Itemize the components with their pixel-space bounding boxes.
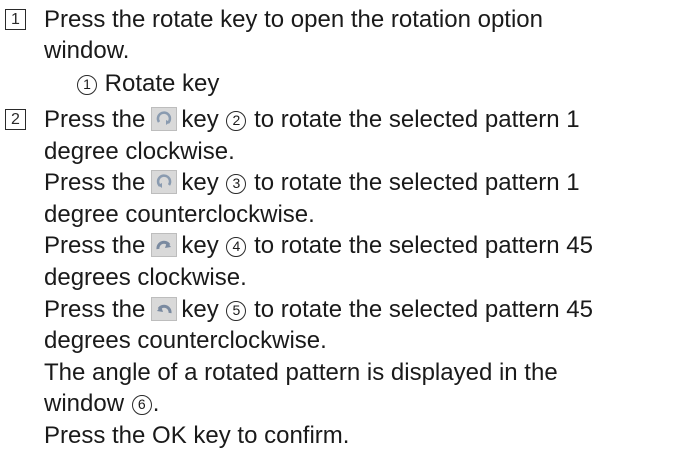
text: key xyxy=(181,106,219,133)
step-1-line-1: Press the rotate key to open the rotatio… xyxy=(44,6,543,33)
step-2-row: Press the key 3 to rotate the selected pa… xyxy=(44,167,580,198)
text: Press the xyxy=(44,169,146,196)
callout-label: Rotate key xyxy=(104,70,220,97)
instruction-page: 1 Press the rotate key to open the rotat… xyxy=(0,0,687,459)
text: to rotate the selected pattern 45 xyxy=(254,232,593,259)
step-2-row: degree clockwise. xyxy=(44,138,235,165)
step-2-row: Press the OK key to confirm. xyxy=(44,422,350,449)
text: key xyxy=(181,169,219,196)
step-1-line-2: window. xyxy=(44,37,130,64)
step-2-row: Press the key 5 to rotate the selected pa… xyxy=(44,294,593,325)
callout-number: 1 xyxy=(77,75,97,95)
callout-number: 3 xyxy=(226,174,247,194)
text: to rotate the selected pattern 1 xyxy=(254,106,580,133)
callout-number: 2 xyxy=(226,111,247,131)
step-2-row: degrees counterclockwise. xyxy=(44,327,327,354)
text: Press the xyxy=(44,106,146,133)
step-2-row: window 6. xyxy=(44,388,159,419)
step-2-row: Press the key 4 to rotate the selected pa… xyxy=(44,230,593,261)
text: key xyxy=(181,296,219,323)
text: Press the xyxy=(44,296,146,323)
rotate-cw-45-icon xyxy=(151,233,178,257)
rotate-ccw-1-icon xyxy=(151,170,178,194)
step-2-row: Press the key 2 to rotate the selected pa… xyxy=(44,104,580,135)
step-number-box: 2 xyxy=(5,109,26,130)
cropped-heading-fragment xyxy=(0,0,687,3)
text: to rotate the selected pattern 1 xyxy=(254,169,580,196)
step-2-row: The angle of a rotated pattern is displa… xyxy=(44,359,558,386)
text: key xyxy=(181,232,219,259)
callout-number: 4 xyxy=(226,237,247,257)
rotate-ccw-45-icon xyxy=(151,297,178,321)
rotate-cw-1-icon xyxy=(151,107,178,131)
step-2-row: degrees clockwise. xyxy=(44,264,247,291)
step-number-box: 1 xyxy=(5,9,26,30)
text: . xyxy=(152,390,160,417)
callout-number: 5 xyxy=(226,301,247,321)
callout-rotate-key: 1 Rotate key xyxy=(76,68,219,99)
step-2-row: degree counterclockwise. xyxy=(44,201,315,228)
text: window xyxy=(44,390,125,417)
text: Press the xyxy=(44,232,146,259)
callout-number: 6 xyxy=(131,395,152,415)
text: to rotate the selected pattern 45 xyxy=(254,296,593,323)
